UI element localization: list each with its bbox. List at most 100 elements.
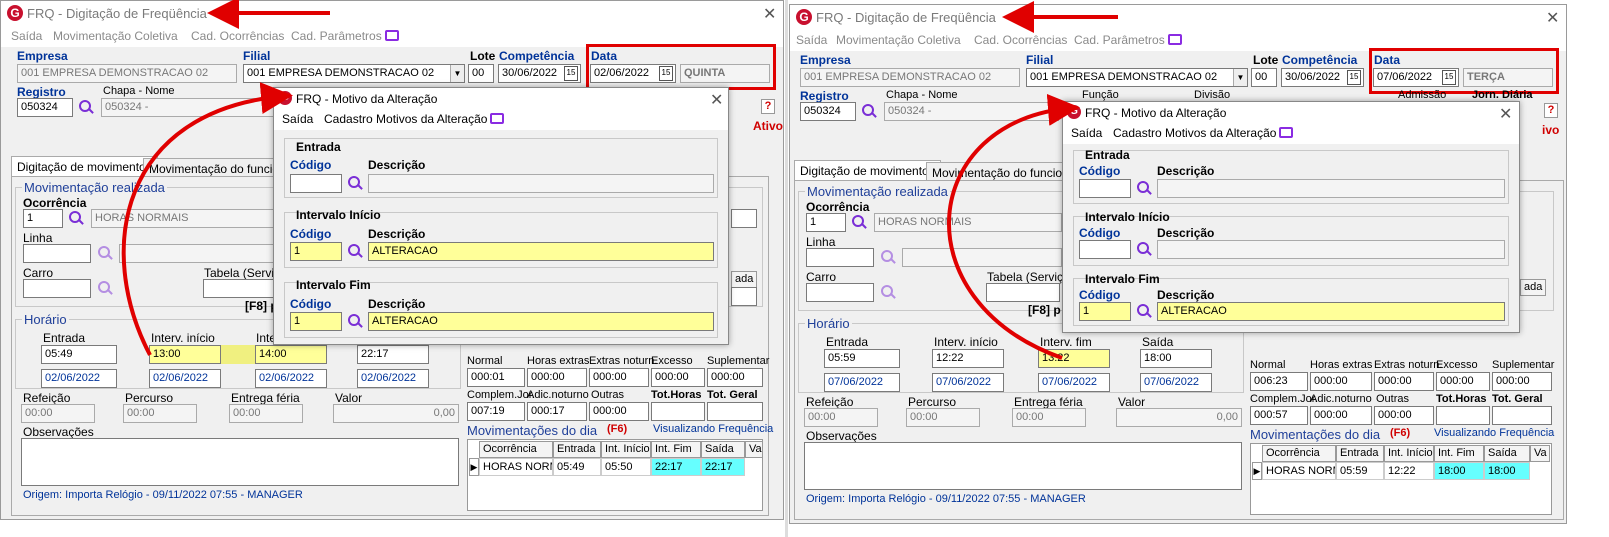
- lote-input[interactable]: 00: [1251, 68, 1277, 87]
- help-icon[interactable]: ?: [1544, 103, 1558, 118]
- grid-head-int-fim[interactable]: Int. Fim: [1434, 445, 1484, 462]
- dialog-entrada-code[interactable]: [290, 174, 342, 193]
- calendar-icon[interactable]: 15: [1347, 70, 1361, 85]
- visualizando-link[interactable]: Visualizando Frequência: [1434, 427, 1554, 439]
- filial-select[interactable]: 001 EMPRESA DEMONSTRACAO 02 ▼: [1026, 68, 1248, 87]
- search-icon[interactable]: [852, 215, 866, 229]
- tab-digitacao[interactable]: Digitação de movimentos: [794, 160, 941, 180]
- refeicao-input[interactable]: 00:00: [21, 404, 95, 423]
- tabela-servico-input[interactable]: [203, 279, 277, 298]
- ocorrencia-code-input[interactable]: 1: [806, 213, 846, 232]
- grid-head-va[interactable]: Va: [1530, 445, 1550, 462]
- dialog-close-icon[interactable]: ✕: [1499, 104, 1512, 124]
- grid-head-saida[interactable]: Saída: [1484, 445, 1530, 462]
- table-row-ocorrencia[interactable]: HORAS NORMA: [479, 458, 553, 476]
- search-icon[interactable]: [79, 100, 93, 114]
- entrega-feria-input[interactable]: 00:00: [229, 404, 303, 423]
- competencia-input[interactable]: 30/06/2022 15: [1281, 68, 1364, 87]
- table-row-int-inicio[interactable]: 12:22: [1384, 462, 1434, 480]
- dialog-fim-code[interactable]: 1: [290, 312, 342, 331]
- search-icon[interactable]: [348, 314, 362, 328]
- observacoes-textarea[interactable]: [804, 442, 1242, 490]
- menu-cad-parametros[interactable]: Cad. Parâmetros: [1074, 33, 1165, 47]
- interv-fim-input[interactable]: 14:00: [255, 345, 327, 364]
- carro-input[interactable]: [23, 279, 91, 298]
- valor-input[interactable]: 0,00: [333, 404, 459, 423]
- competencia-input[interactable]: 30/06/2022 15: [498, 64, 581, 83]
- linha-input[interactable]: [23, 244, 91, 263]
- search-icon[interactable]: [98, 281, 112, 295]
- table-row-int-fim[interactable]: 18:00: [1434, 462, 1484, 480]
- grid-head-int-inicio[interactable]: Int. Início: [1384, 445, 1434, 462]
- percurso-input[interactable]: 00:00: [123, 404, 197, 423]
- monitor-icon[interactable]: [1168, 34, 1182, 45]
- valor-input[interactable]: 0,00: [1116, 408, 1242, 427]
- search-icon[interactable]: [348, 244, 362, 258]
- entrada-input[interactable]: 05:49: [41, 345, 117, 364]
- search-icon[interactable]: [1137, 181, 1151, 195]
- ocorrencia-code-input[interactable]: 1: [23, 209, 63, 228]
- table-row-saida[interactable]: 22:17: [701, 458, 745, 476]
- entrega-feria-input[interactable]: 00:00: [1012, 408, 1086, 427]
- interv-inicio-input[interactable]: 12:22: [932, 349, 1004, 368]
- interv-inicio-date[interactable]: 02/06/2022: [149, 369, 221, 388]
- search-icon[interactable]: [1137, 304, 1151, 318]
- menu-movimentacao-coletiva[interactable]: Movimentação Coletiva: [53, 29, 178, 43]
- tabela-servico-input[interactable]: [986, 283, 1060, 302]
- table-row-ocorrencia[interactable]: HORAS NORM: [1262, 462, 1336, 480]
- saida-input[interactable]: 22:17: [357, 345, 429, 364]
- search-icon[interactable]: [881, 250, 895, 264]
- monitor-icon[interactable]: [1279, 127, 1293, 138]
- grid-head-va[interactable]: Va: [745, 441, 763, 458]
- menu-cad-ocorrencias[interactable]: Cad. Ocorrências: [191, 29, 284, 43]
- table-row-entrada[interactable]: 05:59: [1336, 462, 1384, 480]
- dialog-menu-saida[interactable]: Saída: [282, 112, 313, 126]
- saida-date[interactable]: 02/06/2022: [357, 369, 429, 388]
- monitor-icon[interactable]: [385, 30, 399, 41]
- grid-head-entrada[interactable]: Entrada: [1336, 445, 1384, 462]
- menu-movimentacao-coletiva[interactable]: Movimentação Coletiva: [836, 33, 961, 47]
- grid-head-int-inicio[interactable]: Int. Início: [601, 441, 651, 458]
- dialog-menu-cadastro[interactable]: Cadastro Motivos da Alteração: [1113, 126, 1276, 140]
- dialog-entrada-code[interactable]: [1079, 179, 1131, 198]
- search-icon[interactable]: [98, 246, 112, 260]
- search-icon[interactable]: [69, 211, 83, 225]
- menu-cad-parametros[interactable]: Cad. Parâmetros: [291, 29, 382, 43]
- search-icon[interactable]: [862, 104, 876, 118]
- dialog-menu-cadastro[interactable]: Cadastro Motivos da Alteração: [324, 112, 487, 126]
- grid-head-ocorrencia[interactable]: Ocorrência: [479, 441, 553, 458]
- table-row-int-fim[interactable]: 22:17: [651, 458, 701, 476]
- search-icon[interactable]: [881, 285, 895, 299]
- empresa-select[interactable]: 001 EMPRESA DEMONSTRACAO 02: [17, 64, 237, 83]
- entrada-date[interactable]: 02/06/2022: [41, 369, 117, 388]
- visualizando-link[interactable]: Visualizando Frequência: [653, 423, 773, 435]
- dialog-inicio-code[interactable]: [1079, 240, 1131, 259]
- entrada-date[interactable]: 07/06/2022: [824, 373, 900, 392]
- dialog-fim-code[interactable]: 1: [1079, 302, 1131, 321]
- table-row-entrada[interactable]: 05:49: [553, 458, 601, 476]
- calendar-icon[interactable]: 15: [564, 66, 578, 81]
- dialog-inicio-code[interactable]: 1: [290, 242, 342, 261]
- dialog-close-icon[interactable]: ✕: [710, 90, 723, 110]
- linha-input[interactable]: [806, 248, 874, 267]
- tab-digitacao[interactable]: Digitação de movimentos: [11, 156, 158, 176]
- menu-saida[interactable]: Saída: [11, 29, 42, 43]
- interv-fim-input[interactable]: 13:22: [1038, 349, 1110, 368]
- interv-fim-date[interactable]: 07/06/2022: [1038, 373, 1110, 392]
- observacoes-textarea[interactable]: [21, 438, 459, 486]
- menu-saida[interactable]: Saída: [796, 33, 827, 47]
- interv-inicio-date[interactable]: 07/06/2022: [932, 373, 1004, 392]
- interv-fim-date[interactable]: 02/06/2022: [255, 369, 327, 388]
- interv-inicio-input[interactable]: 13:00: [149, 345, 221, 364]
- table-row-saida[interactable]: 18:00: [1484, 462, 1530, 480]
- search-icon[interactable]: [348, 176, 362, 190]
- dialog-menu-saida[interactable]: Saída: [1071, 126, 1102, 140]
- registro-input[interactable]: 050324: [17, 98, 73, 117]
- filial-select[interactable]: 001 EMPRESA DEMONSTRACAO 02 ▼: [243, 64, 465, 83]
- dropdown-arrow-icon[interactable]: ▼: [1233, 69, 1247, 86]
- lote-input[interactable]: 00: [468, 64, 494, 83]
- left-close-icon[interactable]: ✕: [763, 4, 776, 24]
- empresa-select[interactable]: 001 EMPRESA DEMONSTRACAO 02: [800, 68, 1020, 87]
- right-close-icon[interactable]: ✕: [1546, 8, 1559, 28]
- search-icon[interactable]: [1137, 242, 1151, 256]
